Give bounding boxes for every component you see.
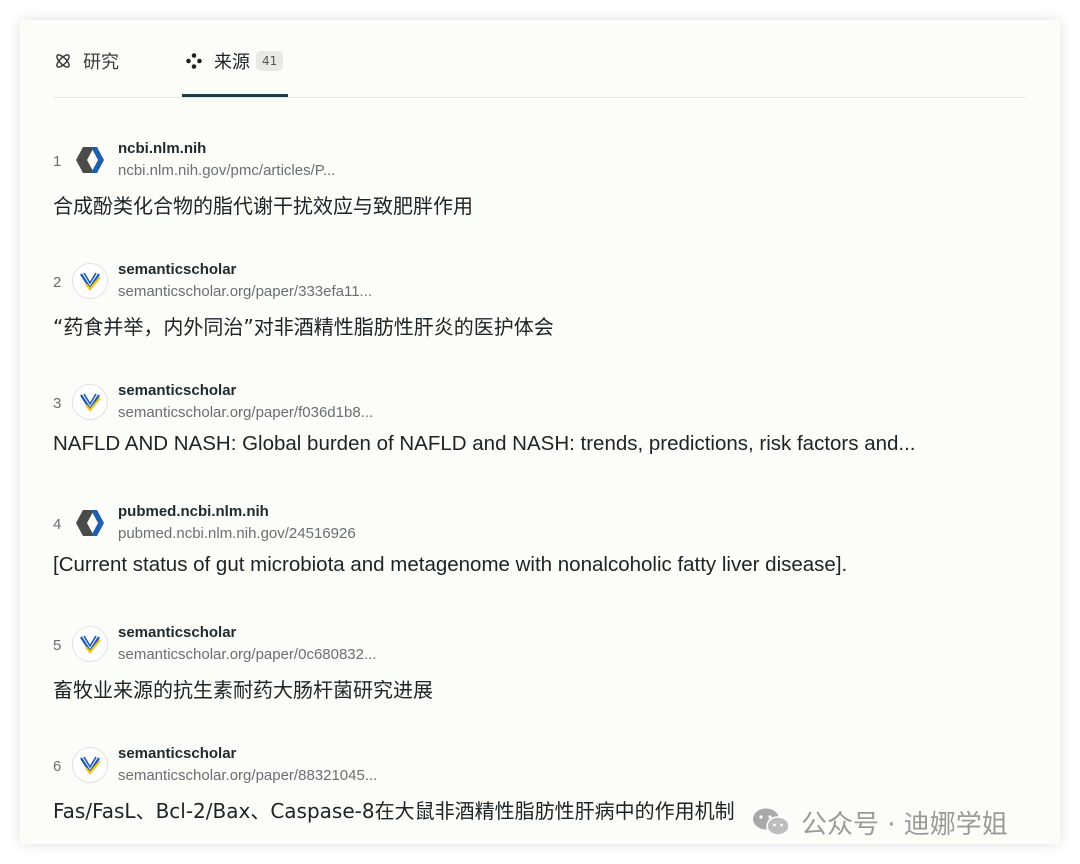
sources-panel: 研究 来源 41 1 ncbi.nlm.nih ncbi.nlm.nih.gov… bbox=[20, 20, 1060, 844]
source-item[interactable]: 5 semanticscholar semanticscholar.org/pa… bbox=[53, 604, 1043, 725]
source-item[interactable]: 3 semanticscholar semanticscholar.org/pa… bbox=[53, 362, 1043, 483]
source-index: 6 bbox=[53, 758, 62, 775]
tab-research-label: 研究 bbox=[83, 52, 119, 73]
source-domain: semanticscholar bbox=[118, 382, 237, 399]
wechat-icon bbox=[751, 806, 791, 838]
active-tab-indicator bbox=[182, 94, 288, 97]
source-url[interactable]: semanticscholar.org/paper/0c680832... bbox=[118, 646, 377, 663]
watermark-text: 公众号 · 迪娜学姐 bbox=[801, 809, 1008, 840]
source-domain: semanticscholar bbox=[118, 261, 237, 278]
source-url[interactable]: pubmed.ncbi.nlm.nih.gov/24516926 bbox=[118, 525, 356, 542]
source-index: 4 bbox=[53, 516, 62, 533]
source-title[interactable]: “药食并举，内外同治”对非酒精性脂肪性肝炎的医护体会 bbox=[53, 311, 554, 340]
source-domain: ncbi.nlm.nih bbox=[118, 140, 207, 157]
tab-sources[interactable]: 来源 41 bbox=[184, 48, 284, 74]
source-title[interactable]: 合成酚类化合物的脂代谢干扰效应与致肥胖作用 bbox=[53, 190, 473, 219]
source-list: 1 ncbi.nlm.nih ncbi.nlm.nih.gov/pmc/arti… bbox=[53, 120, 1043, 844]
source-url[interactable]: semanticscholar.org/paper/f036d1b8... bbox=[118, 404, 373, 421]
source-url[interactable]: semanticscholar.org/paper/88321045... bbox=[118, 767, 377, 784]
source-index: 3 bbox=[53, 395, 62, 412]
semanticscholar-icon bbox=[72, 384, 108, 420]
source-item[interactable]: 1 ncbi.nlm.nih ncbi.nlm.nih.gov/pmc/arti… bbox=[53, 120, 1043, 241]
tab-sources-label: 来源 bbox=[214, 52, 250, 73]
tab-bar: 研究 来源 41 bbox=[53, 20, 1026, 98]
source-domain: pubmed.ncbi.nlm.nih bbox=[118, 503, 269, 520]
source-title[interactable]: [Current status of gut microbiota and me… bbox=[53, 553, 847, 577]
ncbi-icon bbox=[72, 142, 108, 178]
source-title[interactable]: 畜牧业来源的抗生素耐药大肠杆菌研究进展 bbox=[53, 674, 433, 703]
source-domain: semanticscholar bbox=[118, 624, 237, 641]
source-url[interactable]: semanticscholar.org/paper/333efa11... bbox=[118, 283, 372, 300]
semanticscholar-icon bbox=[72, 626, 108, 662]
source-title[interactable]: Fas/FasL、Bcl-2/Bax、Caspase-8在大鼠非酒精性脂肪性肝病… bbox=[53, 795, 735, 824]
tab-research[interactable]: 研究 bbox=[53, 48, 119, 74]
source-title[interactable]: NAFLD AND NASH: Global burden of NAFLD a… bbox=[53, 432, 916, 456]
sources-count-badge: 41 bbox=[256, 51, 284, 71]
semanticscholar-icon bbox=[72, 747, 108, 783]
source-item[interactable]: 2 semanticscholar semanticscholar.org/pa… bbox=[53, 241, 1043, 362]
source-item[interactable]: 4 pubmed.ncbi.nlm.nih pubmed.ncbi.nlm.ni… bbox=[53, 483, 1043, 604]
sources-icon bbox=[184, 51, 204, 71]
source-url[interactable]: ncbi.nlm.nih.gov/pmc/articles/P... bbox=[118, 162, 335, 179]
atom-icon bbox=[53, 51, 73, 71]
source-index: 1 bbox=[53, 153, 62, 170]
ncbi-icon bbox=[72, 505, 108, 541]
source-index: 2 bbox=[53, 274, 62, 291]
semanticscholar-icon bbox=[72, 263, 108, 299]
source-domain: semanticscholar bbox=[118, 745, 237, 762]
watermark: 公众号 · 迪娜学姐 bbox=[751, 800, 1008, 844]
source-index: 5 bbox=[53, 637, 62, 654]
